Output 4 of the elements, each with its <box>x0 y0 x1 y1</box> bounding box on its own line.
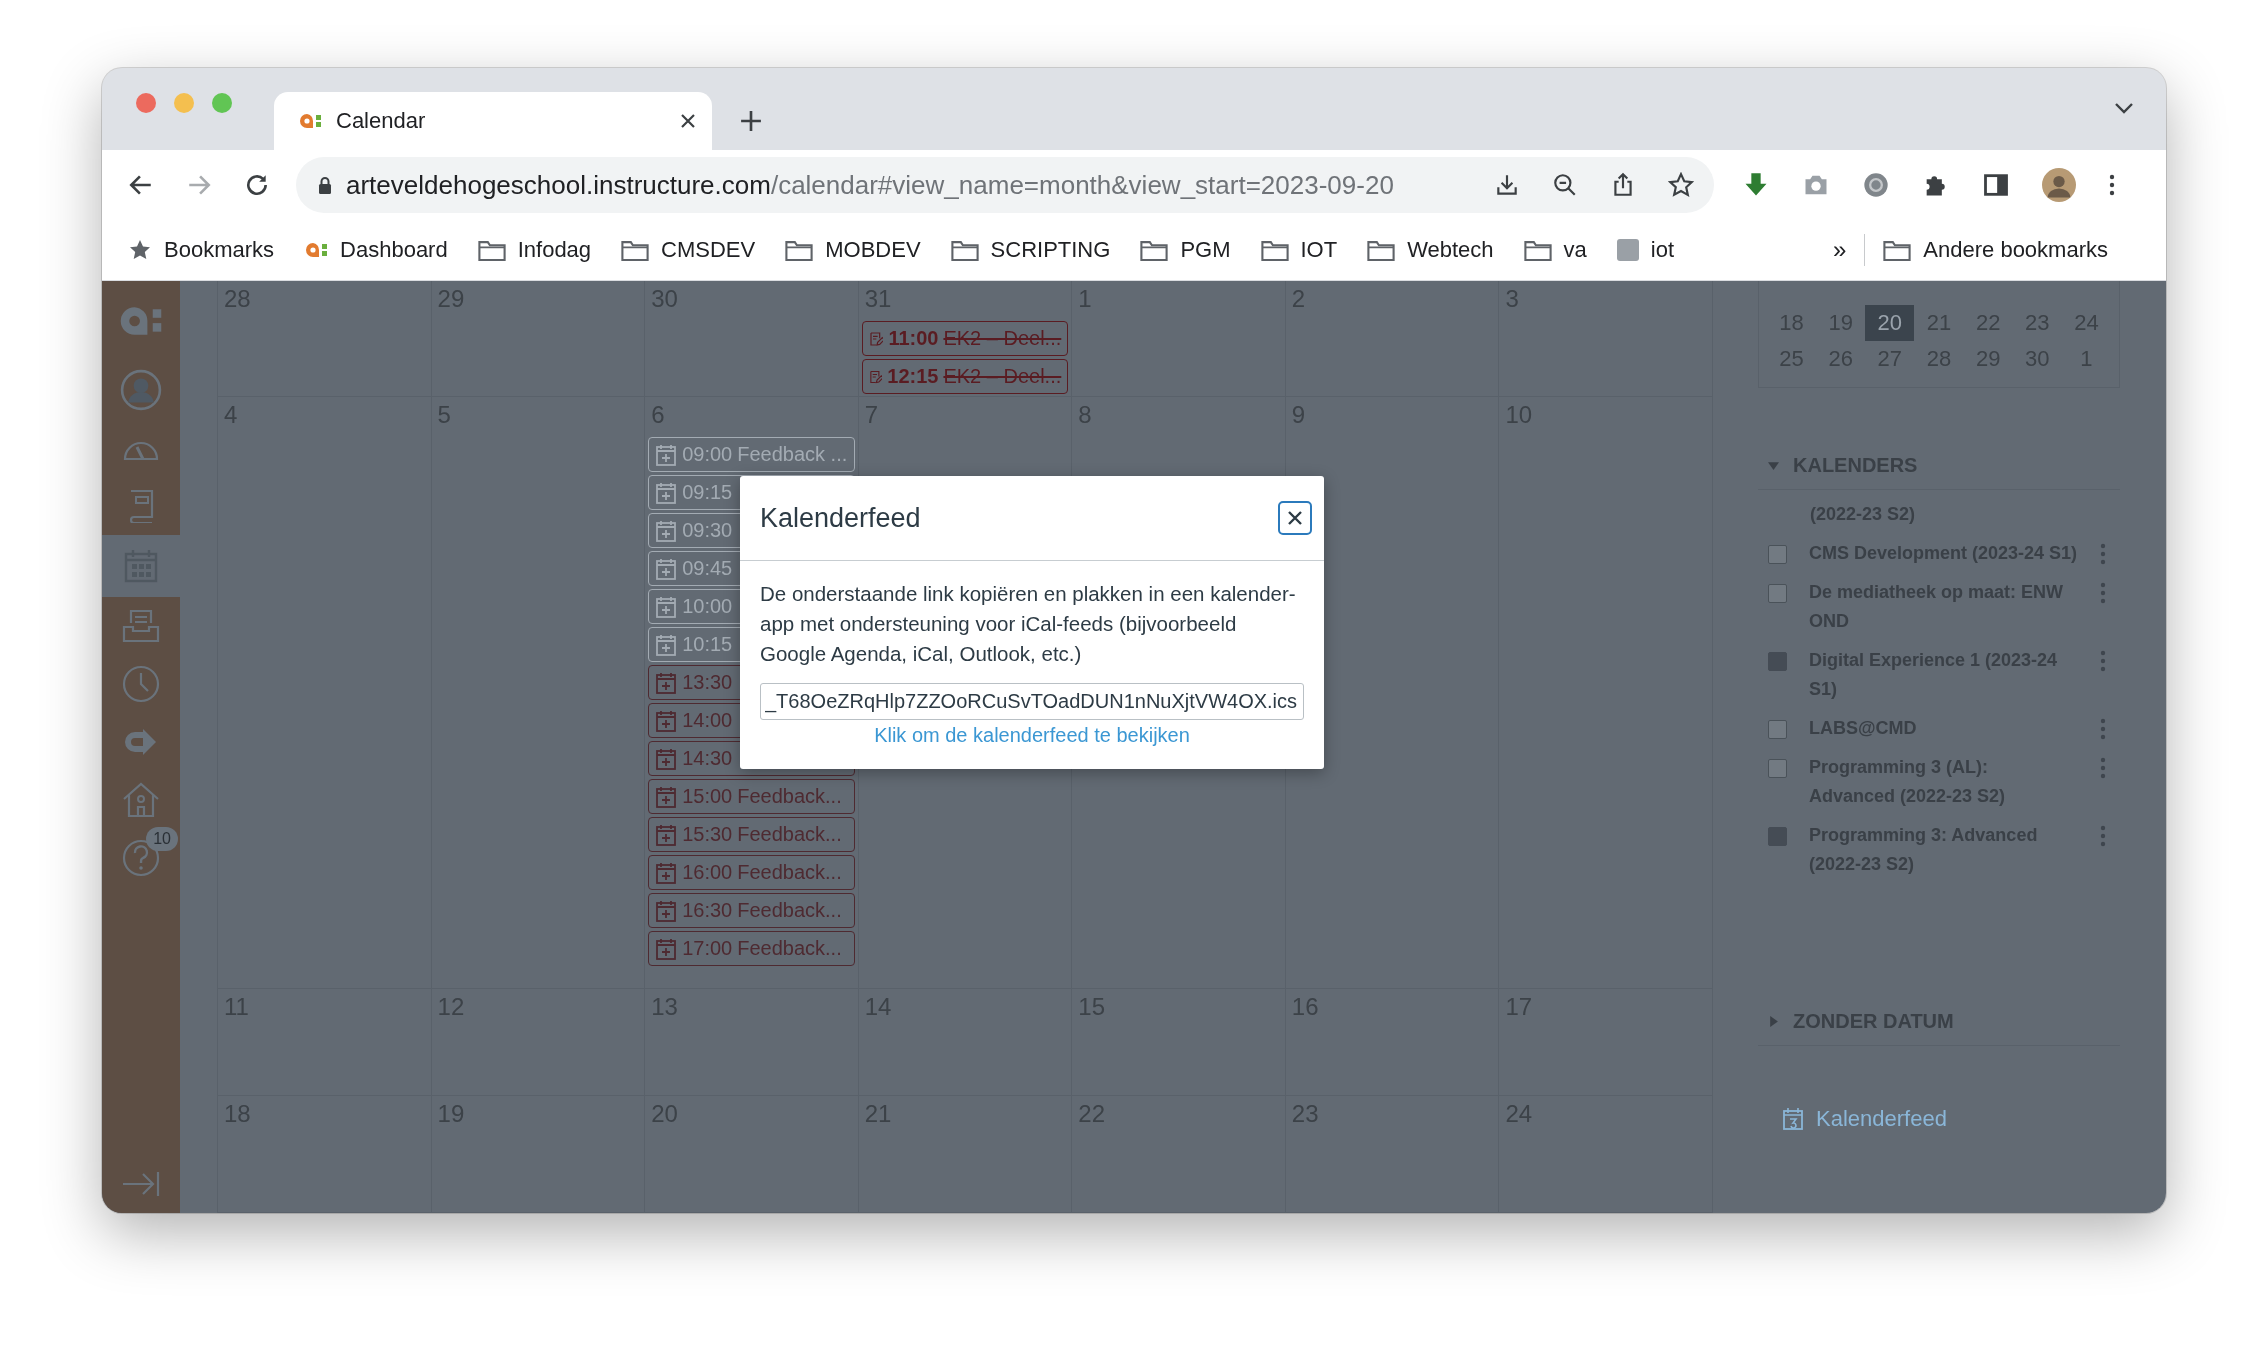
dialog-text: De onderstaande link kopiëren en plakken in een kalender-app met ondersteuning voor iCal-feeds (bijvoorbeeld Google Agenda, iCal, Outlook, etc.) <box>760 581 1297 667</box>
dialog-title: Kalenderfeed <box>760 502 921 534</box>
url-text: arteveldehogeschool.instructure.com/calendar#view_name=month&view_start=2023-09-20 <box>346 169 1394 201</box>
notification-count: 10 <box>146 827 178 851</box>
